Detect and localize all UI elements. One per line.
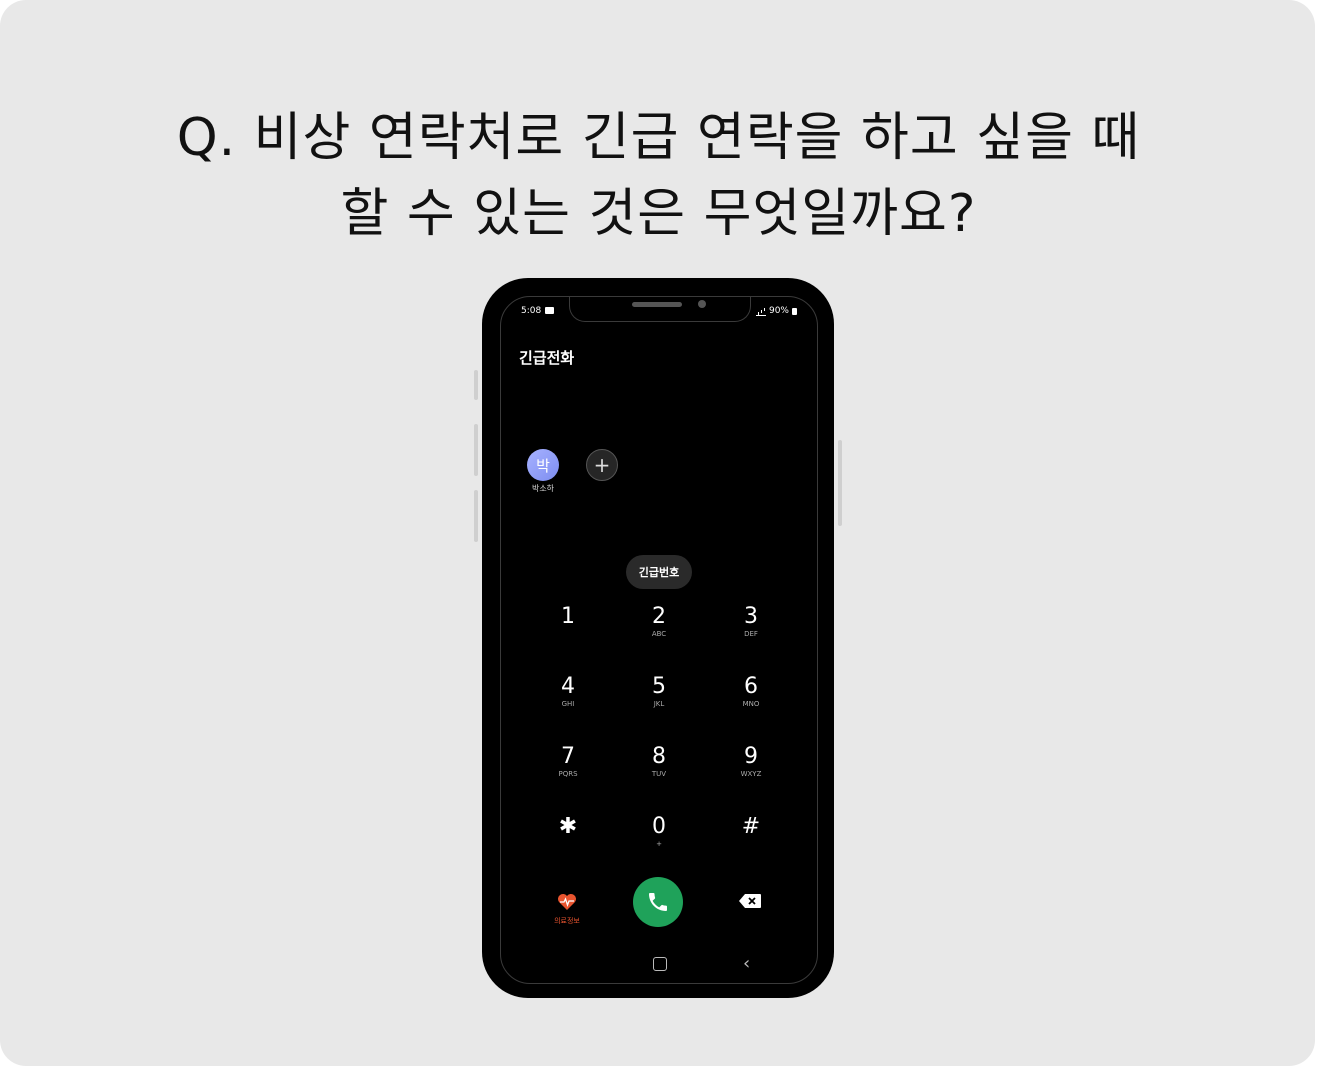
key-letters: + (656, 840, 662, 848)
question-card: Q. 비상 연락처로 긴급 연락을 하고 싶을 때 할 수 있는 것은 무엇일까… (0, 0, 1315, 1066)
key-letters: PQRS (558, 770, 578, 778)
medical-info-label: 의료정보 (554, 917, 580, 925)
key-digit: 3 (744, 604, 758, 629)
signal-icon (755, 307, 766, 316)
phone-frame: 5:08 90% 긴급전화 박 박소하 + 긴급번호 1 2 ABC 3 DEF 4… (482, 278, 834, 998)
volume-up-button (474, 424, 478, 476)
key-digit: 1 (561, 604, 575, 629)
key-3[interactable]: 3 DEF (716, 605, 786, 655)
key-digit: 7 (561, 744, 575, 769)
battery-icon (792, 307, 797, 315)
status-indicators: 90% (755, 306, 797, 316)
volume-down-button (474, 490, 478, 542)
key-digit: 2 (652, 604, 666, 629)
back-nav-icon[interactable]: ‹ (743, 953, 750, 974)
home-nav-icon[interactable] (653, 957, 667, 971)
front-camera (698, 300, 706, 308)
key-digit: # (741, 814, 761, 839)
key-5[interactable]: 5 JKL (624, 675, 694, 725)
key-letters: MNO (742, 700, 760, 708)
backspace-icon[interactable] (739, 894, 761, 908)
key-digit: 9 (744, 744, 758, 769)
emergency-number-button[interactable]: 긴급번호 (626, 555, 692, 589)
key-2[interactable]: 2 ABC (624, 605, 694, 655)
heart-pulse-icon (545, 893, 589, 915)
key-6[interactable]: 6 MNO (716, 675, 786, 725)
contact-name: 박소하 (531, 484, 555, 493)
key-letters: ABC (651, 630, 667, 638)
plus-icon: + (593, 453, 611, 477)
key-7[interactable]: 7 PQRS (533, 745, 603, 795)
key-star[interactable]: ✱ (533, 815, 603, 865)
key-digit: 4 (561, 674, 575, 699)
key-1[interactable]: 1 (533, 605, 603, 655)
power-button (838, 440, 842, 526)
key-letters: GHI (561, 700, 575, 708)
key-hash[interactable]: # (716, 815, 786, 865)
key-9[interactable]: 9 WXYZ (716, 745, 786, 795)
key-digit: 6 (744, 674, 758, 699)
key-8[interactable]: 8 TUV (624, 745, 694, 795)
contact-avatar[interactable]: 박 (527, 449, 559, 481)
key-0[interactable]: 0 + (624, 815, 694, 865)
question-heading: Q. 비상 연락처로 긴급 연락을 하고 싶을 때 할 수 있는 것은 무엇일까… (0, 100, 1317, 252)
phone-side-button (474, 370, 478, 400)
medical-info-button[interactable]: 의료정보 (545, 893, 589, 926)
phone-call-icon (649, 893, 667, 911)
call-button[interactable] (633, 877, 683, 927)
phone-notch (569, 297, 751, 322)
gallery-icon (545, 307, 554, 314)
status-time: 5:08 (521, 306, 542, 316)
page-title: 긴급전화 (519, 349, 575, 367)
key-letters: JKL (653, 700, 665, 708)
question-line-1: Q. 비상 연락처로 긴급 연락을 하고 싶을 때 (176, 108, 1141, 168)
key-letters: TUV (651, 770, 667, 778)
battery-level: 90% (768, 306, 789, 316)
key-digit: 5 (652, 674, 666, 699)
speaker-grille (632, 302, 682, 307)
key-4[interactable]: 4 GHI (533, 675, 603, 725)
key-letters: WXYZ (740, 770, 762, 778)
phone-screen: 5:08 90% 긴급전화 박 박소하 + 긴급번호 1 2 ABC 3 DEF 4… (500, 296, 818, 984)
question-line-2: 할 수 있는 것은 무엇일까요? (340, 184, 977, 244)
key-letters: DEF (744, 630, 758, 638)
key-digit: ✱ (558, 814, 578, 839)
add-contact-button[interactable]: + (586, 449, 618, 481)
key-digit: 0 (652, 814, 666, 839)
key-digit: 8 (652, 744, 666, 769)
